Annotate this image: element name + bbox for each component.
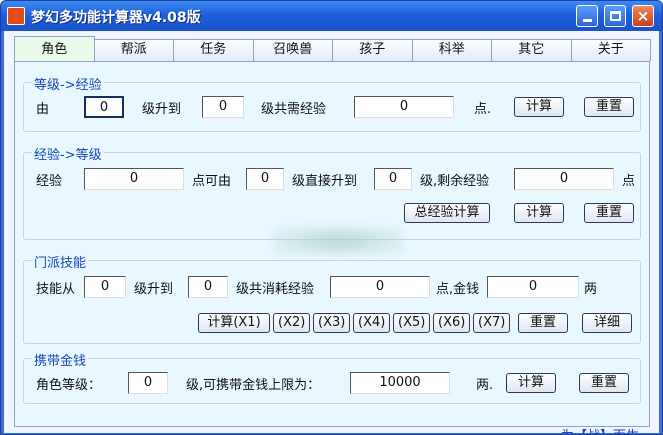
role-panel: 等级->经验 由 0 级升到 0 级共需经验 0 点. 计算 重置 经验->等级… <box>14 61 650 427</box>
role-level-label: 角色等级： <box>36 378 102 393</box>
tab-about[interactable]: 关于 <box>570 39 651 61</box>
group-title: 门派技能 <box>32 252 89 271</box>
calc-x5-button[interactable]: (X5) <box>393 313 430 333</box>
reset-button[interactable]: 重置 <box>584 97 634 117</box>
calc-x1-button[interactable]: 计算(X1) <box>198 313 270 333</box>
faction-skill-group: 门派技能 技能从 0 级升到 0 级共消耗经验 0 点,金钱 0 两 计算(X1… <box>23 252 641 344</box>
role-level-input[interactable]: 0 <box>128 372 168 394</box>
close-icon: × <box>636 6 650 25</box>
exp-label: 经验 <box>36 174 63 189</box>
need-exp-output[interactable]: 0 <box>354 96 454 118</box>
reset-button[interactable]: 重置 <box>584 203 634 223</box>
group-title: 等级->经验 <box>32 74 104 93</box>
calc-x4-button[interactable]: (X4) <box>353 313 390 333</box>
title-bar[interactable]: 梦幻多功能计算器v4.08版 × <box>1 1 662 31</box>
from-level-input[interactable]: 0 <box>246 168 284 190</box>
detail-button[interactable]: 详细 <box>582 313 632 333</box>
money-limit-output[interactable]: 10000 <box>350 372 450 394</box>
tab-summon[interactable]: 召唤兽 <box>252 39 333 61</box>
to-level-input[interactable]: 0 <box>202 96 244 118</box>
limit-label: 级,可携带金钱上限为： <box>186 378 321 393</box>
tab-child[interactable]: 孩子 <box>332 39 413 61</box>
money-label: 点,金钱 <box>436 282 480 297</box>
minimize-icon <box>582 18 592 22</box>
from-level-input[interactable]: 0 <box>84 96 124 118</box>
blurred-watermark <box>273 226 403 256</box>
maximize-icon <box>609 11 621 21</box>
app-icon <box>7 7 25 25</box>
carry-money-group: 携带金钱 角色等级： 0 级,可携带金钱上限为： 10000 两. 计算 重置 <box>23 350 641 404</box>
skill-to-label: 级升到 <box>134 282 174 297</box>
calc-x2-button[interactable]: (X2) <box>273 313 310 333</box>
tab-quest[interactable]: 任务 <box>173 39 254 61</box>
tab-gang[interactable]: 帮派 <box>93 39 174 61</box>
reset-button[interactable]: 重置 <box>579 373 629 393</box>
direct-up-label: 级直接升到 <box>292 174 358 189</box>
skill-from-label: 技能从 <box>36 282 76 297</box>
to-level-output[interactable]: 0 <box>374 168 412 190</box>
maximize-button[interactable] <box>604 5 626 27</box>
minimize-button[interactable] <box>576 5 598 27</box>
footer-text: 为【战】而生 <box>561 425 639 434</box>
calc-button[interactable]: 计算 <box>514 97 564 117</box>
calc-button[interactable]: 计算 <box>506 373 556 393</box>
money-unit-label: 两. <box>476 378 494 393</box>
calc-button[interactable]: 计算 <box>514 203 564 223</box>
unit-label: 点. <box>474 102 492 117</box>
total-exp-button[interactable]: 总经验计算 <box>404 203 490 223</box>
skill-to-input[interactable]: 0 <box>188 276 228 298</box>
app-window: 梦幻多功能计算器v4.08版 × 角色 帮派 任务 召唤兽 孩子 科举 其它 关… <box>0 0 663 435</box>
need-exp-label: 级共需经验 <box>261 102 327 117</box>
window-title: 梦幻多功能计算器v4.08版 <box>31 10 201 26</box>
cost-exp-output[interactable]: 0 <box>330 276 430 298</box>
calc-x3-button[interactable]: (X3) <box>313 313 350 333</box>
level-to-exp-group: 等级->经验 由 0 级升到 0 级共需经验 0 点. 计算 重置 <box>23 74 641 132</box>
close-button[interactable]: × <box>632 5 654 27</box>
tab-role[interactable]: 角色 <box>14 36 95 61</box>
client-area: 角色 帮派 任务 召唤兽 孩子 科举 其它 关于 等级->经验 由 0 级升到 … <box>4 31 659 434</box>
unit-label: 点 <box>622 174 636 189</box>
tab-bar: 角色 帮派 任务 召唤兽 孩子 科举 其它 关于 <box>14 36 651 61</box>
tab-exam[interactable]: 科举 <box>411 39 492 61</box>
tab-other[interactable]: 其它 <box>491 39 572 61</box>
reset-button[interactable]: 重置 <box>518 313 568 333</box>
cost-money-output[interactable]: 0 <box>487 276 579 298</box>
skill-from-input[interactable]: 0 <box>84 276 126 298</box>
from-label: 点可由 <box>192 174 232 189</box>
group-title: 携带金钱 <box>32 350 89 369</box>
cost-exp-label: 级共消耗经验 <box>236 282 315 297</box>
money-unit-label: 两 <box>584 282 598 297</box>
exp-input[interactable]: 0 <box>84 168 184 190</box>
from-label: 由 <box>36 102 50 117</box>
remain-exp-output[interactable]: 0 <box>514 168 614 190</box>
remain-exp-label: 级,剩余经验 <box>420 174 490 189</box>
to-label: 级升到 <box>142 102 182 117</box>
calc-x6-button[interactable]: (X6) <box>433 313 470 333</box>
calc-x7-button[interactable]: (X7) <box>473 313 510 333</box>
group-title: 经验->等级 <box>32 144 104 163</box>
